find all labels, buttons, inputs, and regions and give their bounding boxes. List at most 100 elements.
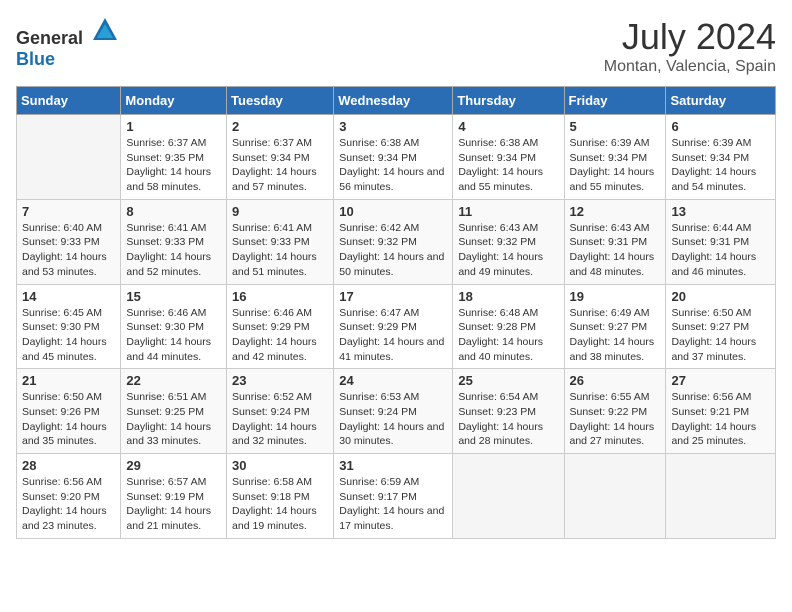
calendar-cell: 22Sunrise: 6:51 AMSunset: 9:25 PMDayligh…: [121, 369, 227, 454]
calendar-cell: 28Sunrise: 6:56 AMSunset: 9:20 PMDayligh…: [17, 454, 121, 539]
cell-content: Sunrise: 6:39 AMSunset: 9:34 PMDaylight:…: [570, 136, 661, 195]
calendar-cell: 12 Sunrise: 6:43 AMSunset: 9:31 PMDayligh…: [564, 199, 666, 284]
day-number: 27: [671, 373, 770, 388]
cell-content: Sunrise: 6:46 AMSunset: 9:29 PMDaylight:…: [232, 306, 328, 365]
calendar-cell: 19 Sunrise: 6:49 AMSunset: 9:27 PMDayligh…: [564, 284, 666, 369]
day-number: 12: [570, 204, 661, 219]
cell-content: Sunrise: 6:42 AMSunset: 9:32 PMDaylight:…: [339, 221, 447, 280]
cell-content: Sunrise: 6:41 AMSunset: 9:33 PMDaylight:…: [126, 221, 221, 280]
calendar-cell: 15Sunrise: 6:46 AMSunset: 9:30 PMDayligh…: [121, 284, 227, 369]
calendar-cell: 25 Sunrise: 6:54 AMSunset: 9:23 PMDayligh…: [453, 369, 564, 454]
cell-content: Sunrise: 6:44 AMSunset: 9:31 PMDaylight:…: [671, 221, 770, 280]
day-number: 5: [570, 119, 661, 134]
calendar-cell: 6 Sunrise: 6:39 AMSunset: 9:34 PMDaylight…: [666, 115, 776, 200]
cell-content: Sunrise: 6:51 AMSunset: 9:25 PMDaylight:…: [126, 390, 221, 449]
calendar-header: SundayMondayTuesdayWednesdayThursdayFrid…: [17, 87, 776, 115]
day-number: 6: [671, 119, 770, 134]
cell-content: Sunrise: 6:54 AMSunset: 9:23 PMDaylight:…: [458, 390, 558, 449]
calendar-subtitle: Montan, Valencia, Spain: [604, 58, 776, 76]
cell-content: Sunrise: 6:57 AMSunset: 9:19 PMDaylight:…: [126, 475, 221, 534]
header-day-tuesday: Tuesday: [227, 87, 334, 115]
day-number: 14: [22, 289, 115, 304]
calendar-cell: [666, 454, 776, 539]
header-day-monday: Monday: [121, 87, 227, 115]
cell-content: Sunrise: 6:38 AMSunset: 9:34 PMDaylight:…: [339, 136, 447, 195]
calendar-cell: 3 Sunrise: 6:38 AMSunset: 9:34 PMDaylight…: [334, 115, 453, 200]
calendar-cell: 9 Sunrise: 6:41 AMSunset: 9:33 PMDaylight…: [227, 199, 334, 284]
calendar-cell: [453, 454, 564, 539]
day-number: 20: [671, 289, 770, 304]
day-number: 25: [458, 373, 558, 388]
logo-general: General: [16, 28, 83, 48]
week-row-1: 1 Sunrise: 6:37 AMSunset: 9:35 PMDaylight…: [17, 115, 776, 200]
cell-content: Sunrise: 6:41 AMSunset: 9:33 PMDaylight:…: [232, 221, 328, 280]
calendar-body: 1 Sunrise: 6:37 AMSunset: 9:35 PMDaylight…: [17, 115, 776, 539]
calendar-cell: 13Sunrise: 6:44 AMSunset: 9:31 PMDayligh…: [666, 199, 776, 284]
cell-content: Sunrise: 6:48 AMSunset: 9:28 PMDaylight:…: [458, 306, 558, 365]
calendar-cell: 4Sunrise: 6:38 AMSunset: 9:34 PMDaylight…: [453, 115, 564, 200]
day-number: 9: [232, 204, 328, 219]
day-number: 29: [126, 458, 221, 473]
week-row-3: 14Sunrise: 6:45 AMSunset: 9:30 PMDayligh…: [17, 284, 776, 369]
day-number: 19: [570, 289, 661, 304]
day-number: 28: [22, 458, 115, 473]
calendar-cell: 24Sunrise: 6:53 AMSunset: 9:24 PMDayligh…: [334, 369, 453, 454]
cell-content: Sunrise: 6:40 AMSunset: 9:33 PMDaylight:…: [22, 221, 115, 280]
calendar-cell: 5 Sunrise: 6:39 AMSunset: 9:34 PMDaylight…: [564, 115, 666, 200]
calendar-cell: 23 Sunrise: 6:52 AMSunset: 9:24 PMDayligh…: [227, 369, 334, 454]
cell-content: Sunrise: 6:56 AMSunset: 9:21 PMDaylight:…: [671, 390, 770, 449]
day-number: 23: [232, 373, 328, 388]
day-number: 10: [339, 204, 447, 219]
logo-icon: [91, 16, 119, 44]
logo-text: General Blue: [16, 16, 119, 70]
day-number: 1: [126, 119, 221, 134]
calendar-cell: 26Sunrise: 6:55 AMSunset: 9:22 PMDayligh…: [564, 369, 666, 454]
day-number: 30: [232, 458, 328, 473]
day-number: 2: [232, 119, 328, 134]
day-number: 31: [339, 458, 447, 473]
page-header: General Blue July 2024 Montan, Valencia,…: [16, 16, 776, 76]
calendar-cell: 27 Sunrise: 6:56 AMSunset: 9:21 PMDayligh…: [666, 369, 776, 454]
cell-content: Sunrise: 6:39 AMSunset: 9:34 PMDaylight:…: [671, 136, 770, 195]
calendar-cell: 20 Sunrise: 6:50 AMSunset: 9:27 PMDayligh…: [666, 284, 776, 369]
cell-content: Sunrise: 6:37 AMSunset: 9:34 PMDaylight:…: [232, 136, 328, 195]
cell-content: Sunrise: 6:49 AMSunset: 9:27 PMDaylight:…: [570, 306, 661, 365]
cell-content: Sunrise: 6:47 AMSunset: 9:29 PMDaylight:…: [339, 306, 447, 365]
logo-blue: Blue: [16, 49, 55, 69]
header-day-saturday: Saturday: [666, 87, 776, 115]
cell-content: Sunrise: 6:50 AMSunset: 9:27 PMDaylight:…: [671, 306, 770, 365]
cell-content: Sunrise: 6:38 AMSunset: 9:34 PMDaylight:…: [458, 136, 558, 195]
header-day-sunday: Sunday: [17, 87, 121, 115]
cell-content: Sunrise: 6:50 AMSunset: 9:26 PMDaylight:…: [22, 390, 115, 449]
day-number: 17: [339, 289, 447, 304]
day-number: 8: [126, 204, 221, 219]
calendar-table: SundayMondayTuesdayWednesdayThursdayFrid…: [16, 86, 776, 539]
calendar-cell: 29 Sunrise: 6:57 AMSunset: 9:19 PMDayligh…: [121, 454, 227, 539]
calendar-cell: [564, 454, 666, 539]
cell-content: Sunrise: 6:37 AMSunset: 9:35 PMDaylight:…: [126, 136, 221, 195]
cell-content: Sunrise: 6:43 AMSunset: 9:32 PMDaylight:…: [458, 221, 558, 280]
calendar-cell: 16 Sunrise: 6:46 AMSunset: 9:29 PMDayligh…: [227, 284, 334, 369]
week-row-5: 28Sunrise: 6:56 AMSunset: 9:20 PMDayligh…: [17, 454, 776, 539]
cell-content: Sunrise: 6:46 AMSunset: 9:30 PMDaylight:…: [126, 306, 221, 365]
day-number: 26: [570, 373, 661, 388]
cell-content: Sunrise: 6:52 AMSunset: 9:24 PMDaylight:…: [232, 390, 328, 449]
calendar-cell: 18Sunrise: 6:48 AMSunset: 9:28 PMDayligh…: [453, 284, 564, 369]
calendar-cell: 11 Sunrise: 6:43 AMSunset: 9:32 PMDayligh…: [453, 199, 564, 284]
calendar-cell: 7 Sunrise: 6:40 AMSunset: 9:33 PMDaylight…: [17, 199, 121, 284]
header-row: SundayMondayTuesdayWednesdayThursdayFrid…: [17, 87, 776, 115]
logo: General Blue: [16, 16, 119, 70]
day-number: 21: [22, 373, 115, 388]
calendar-cell: 8 Sunrise: 6:41 AMSunset: 9:33 PMDaylight…: [121, 199, 227, 284]
cell-content: Sunrise: 6:43 AMSunset: 9:31 PMDaylight:…: [570, 221, 661, 280]
calendar-cell: 1 Sunrise: 6:37 AMSunset: 9:35 PMDaylight…: [121, 115, 227, 200]
calendar-cell: [17, 115, 121, 200]
header-day-friday: Friday: [564, 87, 666, 115]
day-number: 7: [22, 204, 115, 219]
day-number: 11: [458, 204, 558, 219]
day-number: 16: [232, 289, 328, 304]
day-number: 3: [339, 119, 447, 134]
calendar-cell: 31Sunrise: 6:59 AMSunset: 9:17 PMDayligh…: [334, 454, 453, 539]
calendar-cell: 14Sunrise: 6:45 AMSunset: 9:30 PMDayligh…: [17, 284, 121, 369]
title-block: July 2024 Montan, Valencia, Spain: [604, 16, 776, 76]
